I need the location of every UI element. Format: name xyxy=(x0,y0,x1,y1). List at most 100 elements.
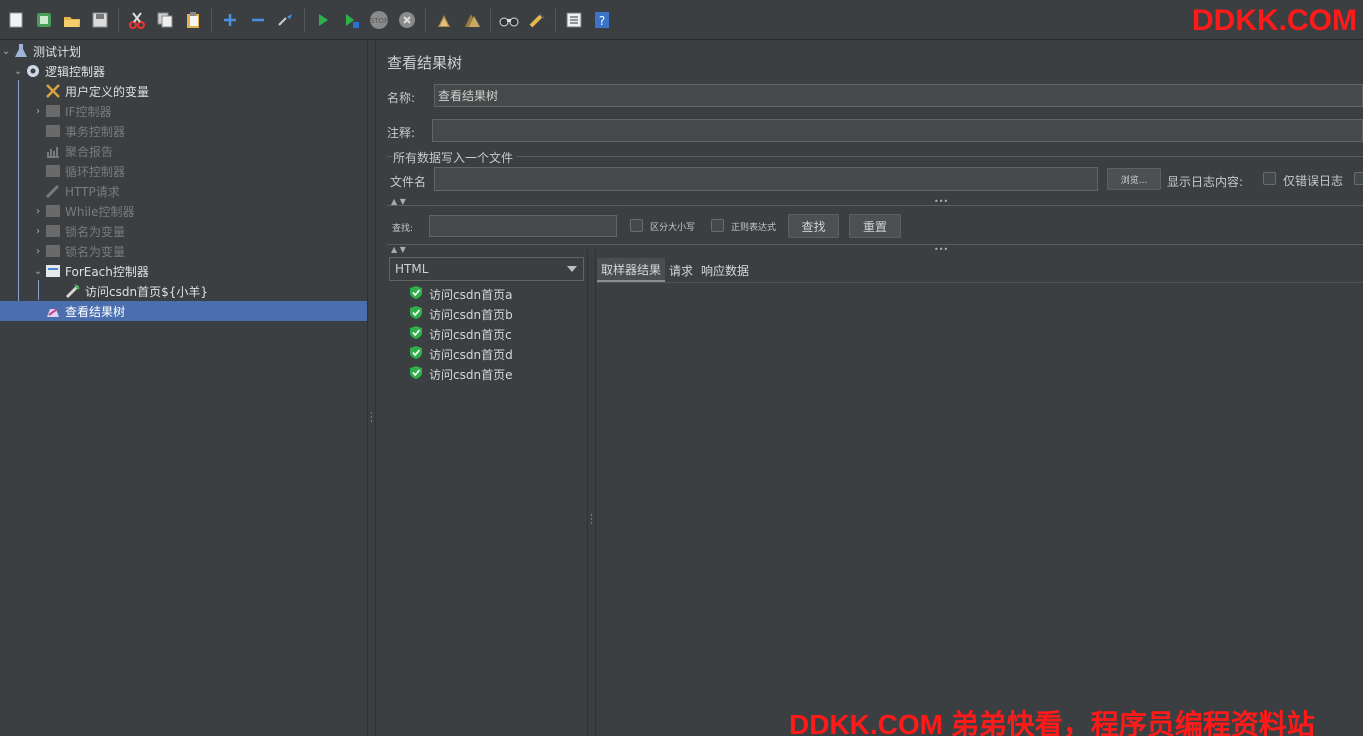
search-label: 查找: xyxy=(392,224,414,234)
toolbar-separator xyxy=(304,7,305,32)
pane-divider[interactable]: · · · xyxy=(367,40,376,736)
results-split-handle[interactable]: · · · xyxy=(587,250,596,736)
tree-item-http-sampler[interactable]: 访问csdn首页${小羊} xyxy=(0,281,367,301)
group-border xyxy=(516,156,1363,157)
comment-label: 注释: xyxy=(387,126,416,140)
tree-item-lock-variable[interactable]: › 锁名为变量 xyxy=(0,221,367,241)
reset-search-icon[interactable] xyxy=(526,9,548,31)
tree-item-label: 用户定义的变量 xyxy=(65,84,150,99)
tree-item-user-variables[interactable]: 用户定义的变量 xyxy=(0,81,367,101)
stop-icon[interactable]: STOP xyxy=(368,9,390,31)
result-item-label: 访问csdn首页c xyxy=(429,327,512,342)
page-title: 查看结果树 xyxy=(387,54,463,72)
svg-text:STOP: STOP xyxy=(370,17,388,25)
regex-label: 正则表达式 xyxy=(731,223,777,233)
controller-icon xyxy=(44,103,62,119)
start-no-pause-icon[interactable] xyxy=(340,9,362,31)
tree-item-loop-controller[interactable]: 循环控制器 xyxy=(0,161,367,181)
tree-item-transaction-controller[interactable]: 事务控制器 xyxy=(0,121,367,141)
result-item[interactable]: 访问csdn首页b xyxy=(409,304,513,324)
result-item[interactable]: 访问csdn首页c xyxy=(409,324,512,344)
tree-item-view-results-tree[interactable]: 查看结果树 xyxy=(0,301,367,321)
errors-only-checkbox[interactable] xyxy=(1263,172,1276,185)
tree-item-foreach-controller[interactable]: ⌄ ForEach控制器 xyxy=(0,261,367,281)
browse-button[interactable]: 浏览... xyxy=(1107,168,1161,190)
toolbar-separator xyxy=(118,7,119,32)
result-item[interactable]: 访问csdn首页a xyxy=(409,284,512,304)
tree-item-label: HTTP请求 xyxy=(65,184,120,199)
regex-checkbox[interactable] xyxy=(711,219,724,232)
open-icon[interactable] xyxy=(61,9,83,31)
name-field[interactable]: 查看结果树 xyxy=(434,84,1363,107)
save-icon[interactable] xyxy=(89,9,111,31)
cut-icon[interactable] xyxy=(126,9,148,31)
shutdown-icon[interactable] xyxy=(396,9,418,31)
tree-item-test-plan[interactable]: ⌄ 测试计划 xyxy=(0,41,367,61)
search-input[interactable] xyxy=(429,215,617,237)
help-icon[interactable]: ? xyxy=(591,9,613,31)
tree-item-while-controller[interactable]: › While控制器 xyxy=(0,201,367,221)
templates-icon[interactable] xyxy=(33,9,55,31)
tree-item-aggregate-report[interactable]: 聚合报告 xyxy=(0,141,367,161)
tree-item-label: 测试计划 xyxy=(33,44,82,59)
log-display-label: 显示日志内容: xyxy=(1167,175,1244,189)
copy-icon[interactable] xyxy=(154,9,176,31)
clear-all-icon[interactable] xyxy=(461,9,483,31)
start-icon[interactable] xyxy=(312,9,334,31)
tree-item-label: 访问csdn首页${小羊} xyxy=(85,284,208,299)
result-item-label: 访问csdn首页b xyxy=(429,307,513,322)
tree-item-label: 逻辑控制器 xyxy=(45,64,106,79)
collapse-icon[interactable] xyxy=(247,9,269,31)
watermark-top: DDKK.COM xyxy=(1192,4,1357,37)
controller-icon xyxy=(44,223,62,239)
chevron-down-icon[interactable]: ⌄ xyxy=(32,266,44,277)
toggle-icon[interactable] xyxy=(275,9,297,31)
result-item-label: 访问csdn首页d xyxy=(429,347,513,362)
toolbar-separator xyxy=(211,7,212,32)
test-plan-tree: ⌄ 测试计划 ⌄ 逻辑控制器 用户定义的变量 › IF控制器 事务控制器 聚合报… xyxy=(0,40,367,736)
search-icon[interactable] xyxy=(498,9,520,31)
name-label: 名称: xyxy=(387,91,416,105)
comment-field[interactable] xyxy=(432,119,1363,142)
expand-icon[interactable] xyxy=(219,9,241,31)
tree-item-label: 聚合报告 xyxy=(65,144,114,159)
clear-icon[interactable] xyxy=(433,9,455,31)
tab-sampler-result[interactable]: 取样器结果 xyxy=(597,258,666,282)
reset-button[interactable]: 重置 xyxy=(849,214,901,238)
case-sensitive-checkbox[interactable] xyxy=(630,219,643,232)
controller-icon xyxy=(44,123,62,139)
tree-item-lock-variable[interactable]: › 锁名为变量 xyxy=(0,241,367,261)
pipette-icon xyxy=(44,183,62,199)
result-item[interactable]: 访问csdn首页d xyxy=(409,344,513,364)
toolbar-separator xyxy=(490,7,491,32)
result-item[interactable]: 访问csdn首页e xyxy=(409,364,512,384)
tree-item-logic-controller[interactable]: ⌄ 逻辑控制器 xyxy=(0,61,367,81)
chevron-right-icon[interactable]: › xyxy=(32,246,44,257)
chevron-down-icon[interactable]: ⌄ xyxy=(12,66,24,77)
file-group-label: 所有数据写入一个文件 xyxy=(393,151,514,165)
split-line xyxy=(387,205,1363,206)
tab-response-data[interactable]: 响应数据 xyxy=(697,258,753,282)
success-shield-icon xyxy=(409,345,423,363)
tree-item-label: IF控制器 xyxy=(65,104,112,119)
tree-item-http-request[interactable]: HTTP请求 xyxy=(0,181,367,201)
split-handle[interactable]: ▲ ▼ ••• xyxy=(387,245,1363,255)
successes-only-checkbox[interactable] xyxy=(1354,172,1363,185)
find-button[interactable]: 查找 xyxy=(788,214,839,238)
filename-field[interactable] xyxy=(434,167,1098,191)
chevron-right-icon[interactable]: › xyxy=(32,226,44,237)
chevron-right-icon[interactable]: › xyxy=(32,106,44,117)
tab-request[interactable]: 请求 xyxy=(665,258,697,282)
split-line xyxy=(387,244,1363,245)
tree-item-if-controller[interactable]: › IF控制器 xyxy=(0,101,367,121)
paste-icon[interactable] xyxy=(182,9,204,31)
controller-icon xyxy=(44,263,62,279)
renderer-select[interactable]: HTML xyxy=(389,257,584,281)
chevron-down-icon[interactable]: ⌄ xyxy=(0,46,12,57)
new-icon[interactable] xyxy=(5,9,27,31)
toolbar-separator xyxy=(555,7,556,32)
controller-icon xyxy=(44,203,62,219)
chevron-right-icon[interactable]: › xyxy=(32,206,44,217)
function-helper-icon[interactable] xyxy=(563,9,585,31)
tree-item-label: 锁名为变量 xyxy=(65,224,126,239)
